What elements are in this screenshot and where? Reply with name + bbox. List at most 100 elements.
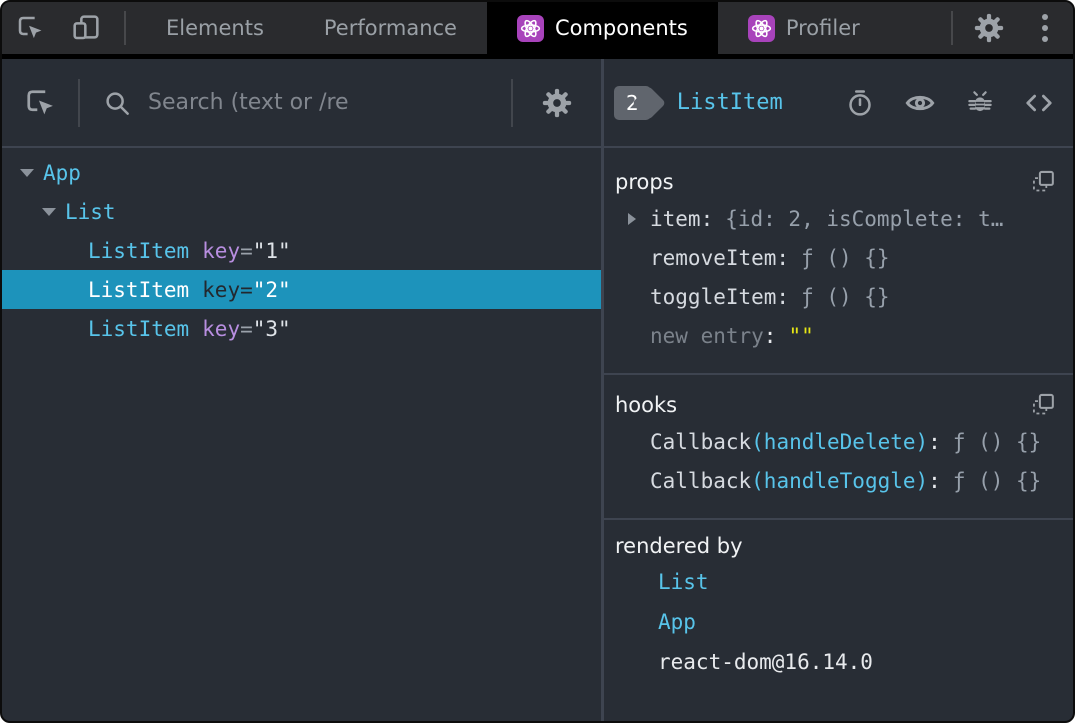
prop-value: ƒ () {}	[801, 245, 890, 270]
suspense-stopwatch-icon[interactable]	[845, 88, 875, 118]
hook-name: (handleToggle)	[751, 468, 929, 493]
hook-type: Callback	[650, 468, 752, 493]
devtools-window: Elements Performance Components Profiler…	[0, 0, 1075, 723]
tab-label: Profiler	[785, 16, 860, 40]
hook-value: ƒ () {}	[952, 429, 1042, 454]
inspector-actions	[845, 87, 1073, 119]
prop-name: toggleItem:	[650, 284, 790, 309]
components-tree-panel: App List ListItem key = "1" ListItem key…	[2, 59, 604, 721]
key-value: "1"	[252, 238, 291, 263]
tab-label: Elements	[166, 16, 264, 40]
react-icon	[516, 14, 544, 42]
new-entry-label: new entry	[650, 323, 764, 348]
component-name: List	[65, 199, 116, 224]
prop-value: ƒ () {}	[801, 284, 890, 309]
key-attr: key	[202, 238, 241, 263]
device-toolbar-button[interactable]	[58, 2, 114, 54]
props-header: props	[604, 148, 1073, 199]
component-tree: App List ListItem key = "1" ListItem key…	[2, 148, 601, 721]
component-name: App	[43, 160, 81, 185]
inspect-component-icon	[22, 85, 58, 121]
prop-row-new-entry[interactable]: new entry : ""	[604, 316, 1073, 355]
props-section: props item: {id: 2, isComplete: t… remov…	[604, 148, 1073, 375]
key-value: "3"	[252, 316, 291, 341]
log-to-console-bug-icon[interactable]	[965, 88, 995, 118]
owner-link[interactable]: App	[658, 610, 696, 634]
hook-name: (handleDelete)	[751, 429, 929, 454]
hook-value: ƒ () {}	[952, 468, 1042, 493]
hooks-header: hooks	[604, 375, 1073, 422]
prop-name: item:	[650, 206, 714, 231]
new-entry-colon: :	[763, 323, 777, 348]
tree-toolbar	[2, 59, 601, 148]
expand-prop-arrow-icon[interactable]	[628, 212, 636, 225]
key-attr: key	[202, 316, 241, 341]
devtools-settings-button[interactable]	[961, 2, 1017, 54]
tab-profiler[interactable]: Profiler	[718, 2, 890, 54]
react-icon	[747, 14, 775, 42]
inspect-element-icon	[14, 12, 46, 44]
hook-row-handletoggle: Callback (handleToggle) : ƒ () {}	[604, 461, 1073, 500]
key-equals: =	[240, 238, 253, 263]
inspect-element-button[interactable]	[2, 2, 58, 54]
prop-row-item[interactable]: item: {id: 2, isComplete: t…	[604, 199, 1073, 238]
tree-row-listitem-3[interactable]: ListItem key = "3"	[2, 309, 601, 348]
new-entry-value[interactable]: ""	[788, 324, 813, 348]
device-toolbar-icon	[70, 12, 102, 44]
tab-label: Components	[554, 16, 688, 40]
prop-row-toggleitem: toggleItem: ƒ () {}	[604, 277, 1073, 316]
key-badge: 2	[614, 85, 651, 120]
hook-type: Callback	[650, 429, 752, 454]
tree-settings-button[interactable]	[513, 86, 601, 120]
inspect-component-button[interactable]	[2, 85, 78, 121]
tab-performance[interactable]: Performance	[294, 2, 487, 54]
tab-label: Performance	[323, 16, 457, 40]
main-split: App List ListItem key = "1" ListItem key…	[2, 59, 1073, 721]
rendered-by-title: rendered by	[615, 534, 743, 558]
tabbar-divider	[951, 11, 953, 45]
expander-arrow-icon[interactable]	[20, 153, 34, 192]
rendered-by-header: rendered by	[604, 520, 1073, 562]
settings-gear-icon	[540, 86, 574, 120]
hook-colon: :	[928, 429, 941, 454]
inspect-dom-eye-icon[interactable]	[904, 87, 936, 119]
props-title: props	[615, 169, 674, 194]
component-name: ListItem	[88, 238, 190, 263]
renderer-version: react-dom@16.14.0	[658, 650, 873, 674]
owner-link[interactable]: List	[658, 570, 709, 594]
tree-row-listitem-1[interactable]: ListItem key = "1"	[2, 231, 601, 270]
rendered-by-section: rendered by List App react-dom@16.14.0	[604, 520, 1073, 700]
tab-elements[interactable]: Elements	[136, 2, 294, 54]
tree-row-app[interactable]: App	[2, 153, 601, 192]
hook-row-handledelete: Callback (handleDelete) : ƒ () {}	[604, 422, 1073, 461]
tree-row-listitem-2-selected[interactable]: ListItem key = "2"	[2, 270, 601, 309]
component-name: ListItem	[88, 277, 190, 302]
expander-arrow-icon[interactable]	[42, 192, 56, 231]
prop-row-removeitem: removeItem: ƒ () {}	[604, 238, 1073, 277]
component-inspector-panel: 2 ListItem props item: {id: 2, isComplet…	[604, 59, 1073, 721]
inspector-toolbar: 2 ListItem	[604, 59, 1073, 148]
hook-colon: :	[928, 468, 941, 493]
hooks-title: hooks	[615, 392, 678, 417]
tabbar-divider	[124, 11, 126, 45]
rendered-by-list[interactable]: List	[604, 562, 1073, 602]
devtools-tabbar: Elements Performance Components Profiler	[2, 2, 1073, 59]
prop-value: {id: 2, isComplete: t…	[725, 206, 1004, 231]
search-icon	[102, 88, 132, 118]
rendered-by-react-dom: react-dom@16.14.0	[604, 642, 1073, 682]
tree-row-list[interactable]: List	[2, 192, 601, 231]
component-name: ListItem	[88, 316, 190, 341]
key-equals: =	[240, 277, 253, 302]
selected-component-title: ListItem	[676, 90, 783, 115]
key-value: "2"	[252, 277, 291, 302]
kebab-menu-button[interactable]	[1017, 2, 1073, 54]
copy-icon[interactable]	[1030, 391, 1057, 418]
selected-component-breadcrumb: 2 ListItem	[604, 85, 1073, 120]
copy-icon[interactable]	[1030, 168, 1057, 195]
search-area	[80, 88, 511, 118]
rendered-by-app[interactable]: App	[604, 602, 1073, 642]
settings-gear-icon	[972, 11, 1006, 45]
search-input[interactable]	[146, 89, 466, 116]
tab-components[interactable]: Components	[486, 2, 718, 54]
view-source-icon[interactable]	[1024, 88, 1054, 118]
